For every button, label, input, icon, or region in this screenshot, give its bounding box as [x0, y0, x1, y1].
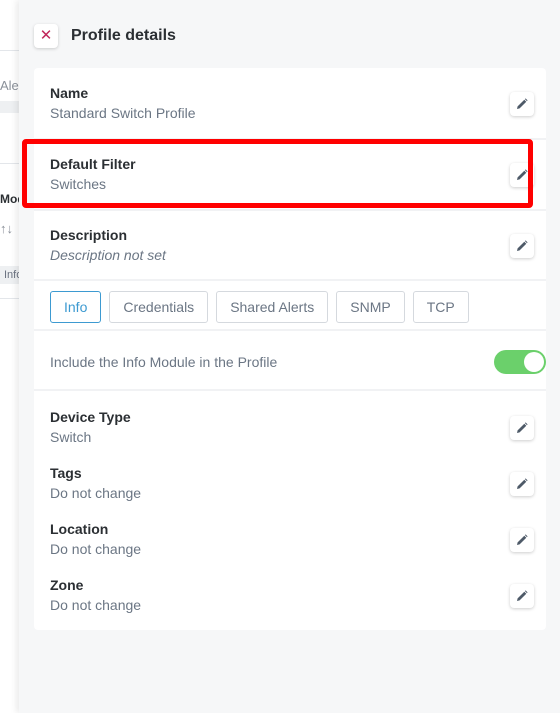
description-field: Description Description not set	[50, 226, 534, 276]
zone-value: Do not change	[50, 597, 142, 613]
divider	[34, 329, 546, 331]
edit-tags-button[interactable]	[510, 472, 534, 496]
page-title: Profile details	[71, 27, 176, 44]
tab-credentials[interactable]: Credentials	[109, 291, 209, 323]
tab-info[interactable]: Info	[50, 291, 102, 323]
tab-tcp[interactable]: TCP	[412, 291, 469, 323]
device-type-field: Device Type Switch	[50, 408, 534, 458]
pencil-icon	[517, 590, 528, 601]
description-label: Description	[50, 227, 128, 243]
location-value: Do not change	[50, 541, 142, 557]
name-value: Standard Switch Profile	[50, 105, 196, 121]
pencil-icon	[517, 240, 528, 251]
divider	[34, 389, 546, 391]
close-icon: ✕	[39, 27, 53, 44]
toggle-knob	[524, 352, 544, 372]
profile-details-drawer: ✕ Profile details Name Standard Switch P…	[19, 0, 560, 713]
drawer-header: ✕ Profile details	[34, 24, 176, 48]
device-type-value: Switch	[50, 429, 92, 445]
module-tabs: Info Credentials Shared Alerts SNMP TCP	[50, 291, 477, 323]
info-module-label: Include the Info Module in the Profile	[50, 354, 278, 370]
location-field: Location Do not change	[50, 520, 534, 570]
zone-field: Zone Do not change	[50, 576, 534, 626]
name-label: Name	[50, 85, 89, 101]
pencil-icon	[517, 478, 528, 489]
tags-label: Tags	[50, 465, 82, 481]
sort-icon[interactable]: ↑↓	[0, 221, 13, 236]
device-type-label: Device Type	[50, 409, 131, 425]
pencil-icon	[517, 98, 528, 109]
location-label: Location	[50, 521, 109, 537]
edit-device-type-button[interactable]	[510, 416, 534, 440]
highlight-box	[22, 139, 533, 208]
edit-description-button[interactable]	[510, 234, 534, 258]
edit-name-button[interactable]	[510, 92, 534, 116]
pencil-icon	[517, 534, 528, 545]
description-value: Description not set	[50, 247, 166, 263]
info-module-toggle-row: Include the Info Module in the Profile	[50, 350, 546, 374]
zone-label: Zone	[50, 577, 84, 593]
close-button[interactable]: ✕	[34, 24, 58, 48]
divider	[34, 279, 546, 281]
tab-shared-alerts[interactable]: Shared Alerts	[216, 291, 329, 323]
edit-location-button[interactable]	[510, 528, 534, 552]
tags-field: Tags Do not change	[50, 464, 534, 514]
info-module-toggle[interactable]	[494, 350, 546, 374]
pencil-icon	[517, 422, 528, 433]
divider	[34, 209, 546, 211]
tab-snmp[interactable]: SNMP	[336, 291, 405, 323]
tags-value: Do not change	[50, 485, 142, 501]
edit-zone-button[interactable]	[510, 584, 534, 608]
name-field: Name Standard Switch Profile	[50, 84, 534, 134]
